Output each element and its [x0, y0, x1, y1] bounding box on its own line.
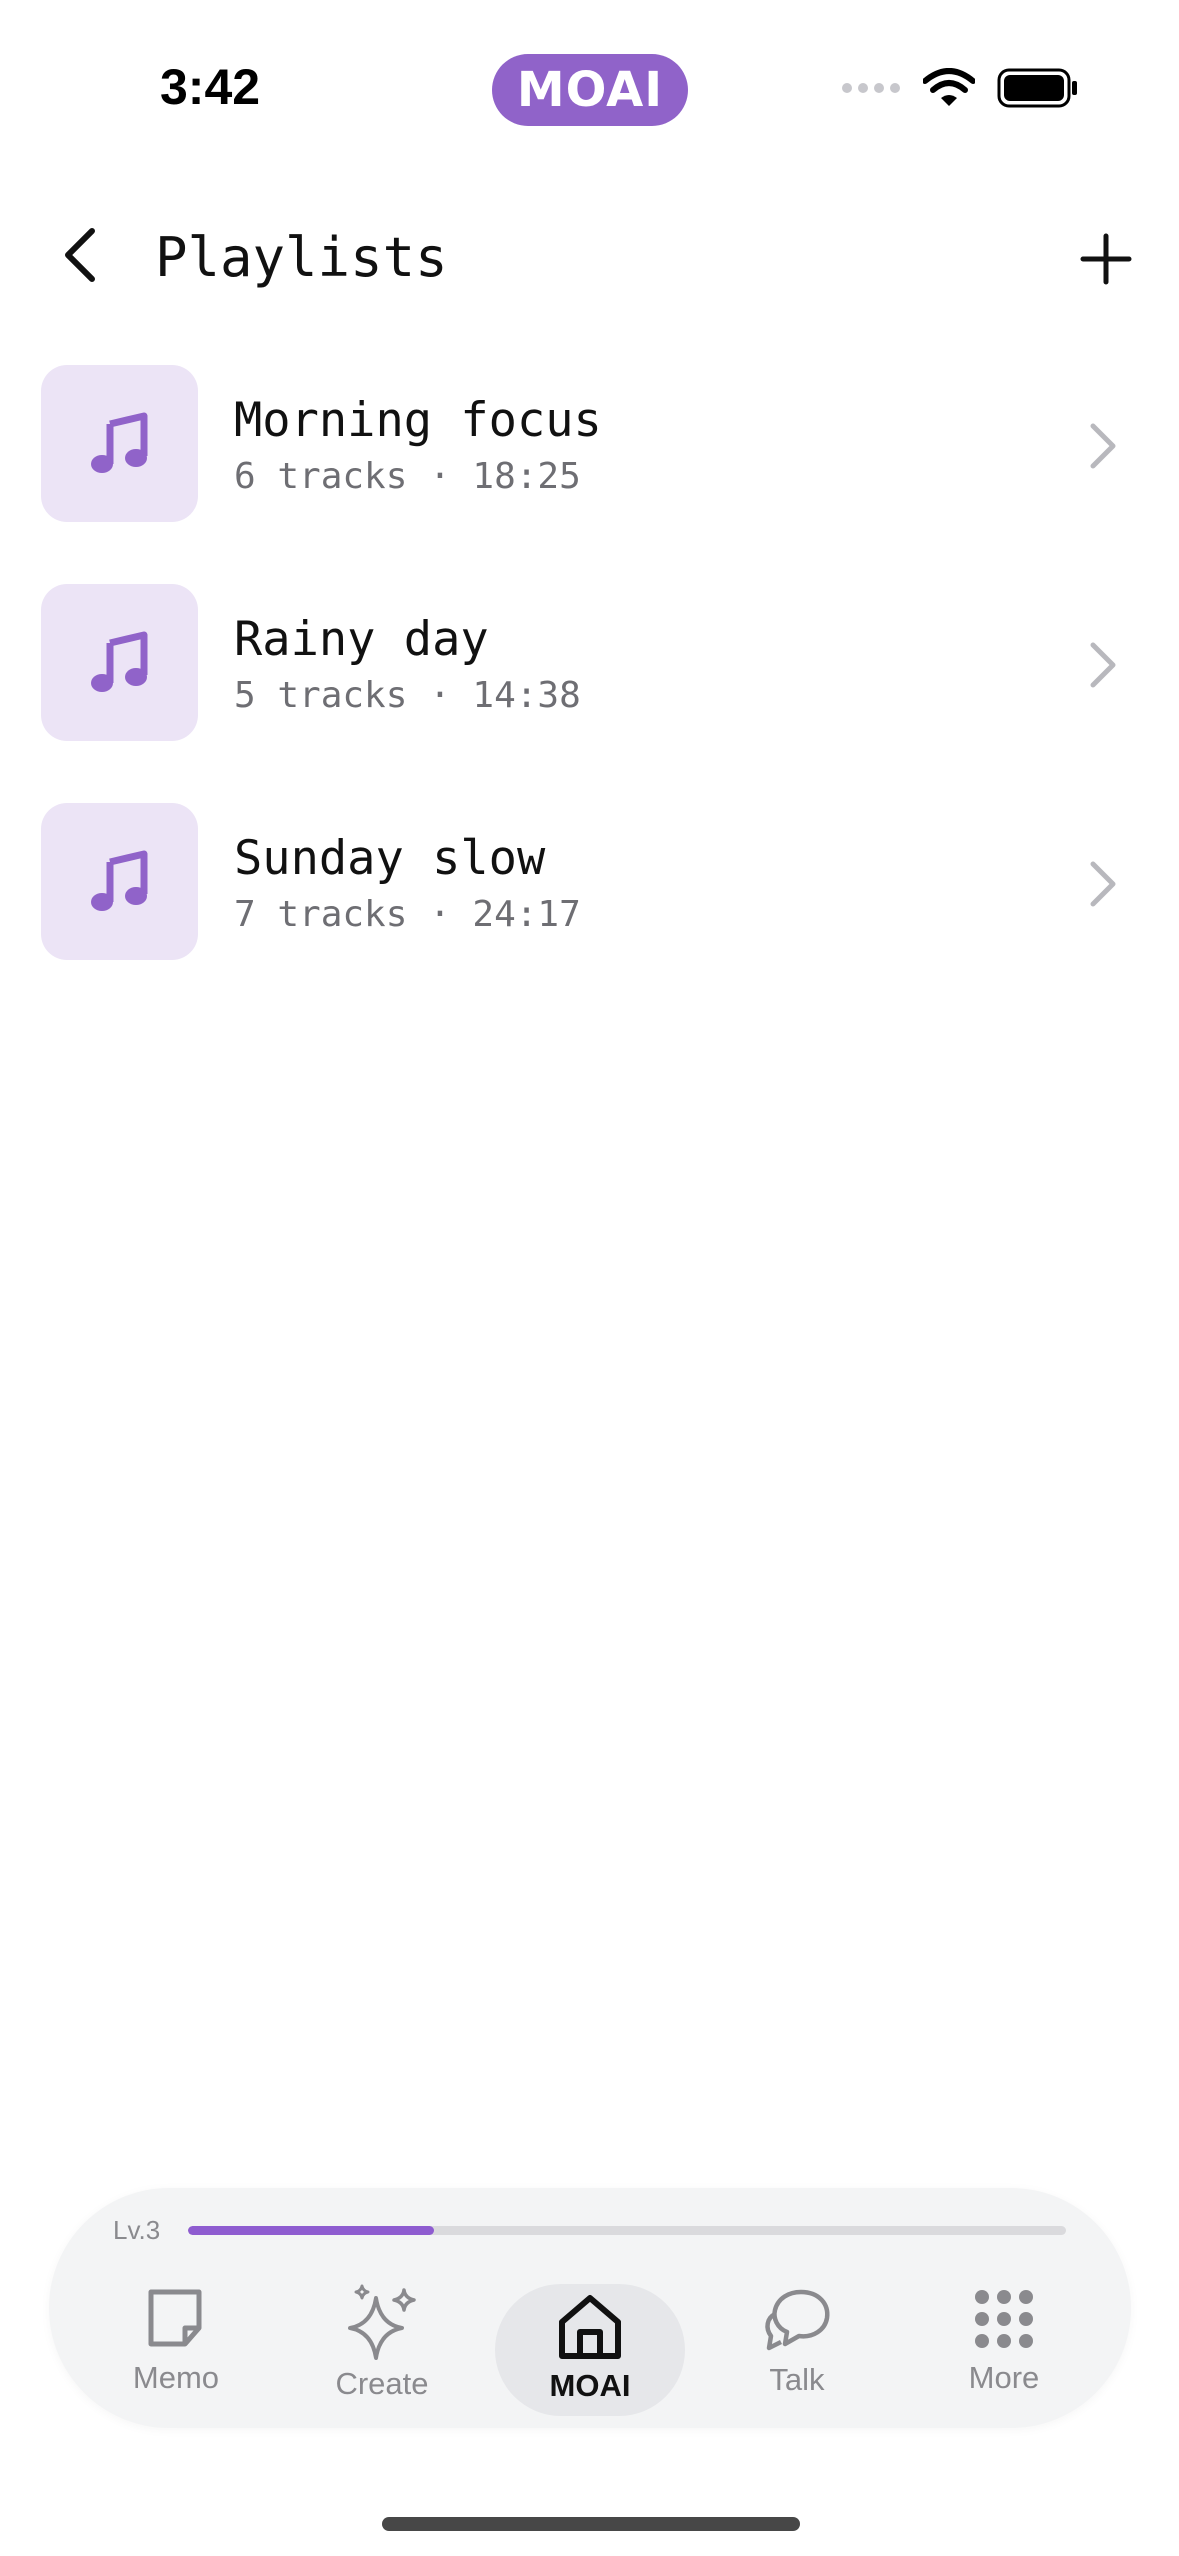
playlist-title: Morning focus	[234, 393, 602, 448]
status-time: 3:42	[160, 59, 261, 115]
playlist-meta: 5 tracks · 14:38	[234, 675, 581, 716]
home-icon	[559, 2295, 621, 2359]
tab-create[interactable]: Create	[287, 2284, 477, 2416]
playlist-thumbnail	[41, 584, 198, 741]
home-indicator[interactable]	[382, 2517, 800, 2531]
plus-icon	[1080, 233, 1132, 285]
playlist-row[interactable]: Sunday slow 7 tracks · 24:17	[0, 798, 1179, 1017]
level-progress-fill	[188, 2226, 434, 2235]
page-title: Playlists	[155, 226, 448, 289]
tab-more[interactable]: More	[909, 2284, 1099, 2416]
battery-icon	[997, 68, 1077, 108]
tab-memo[interactable]: Memo	[81, 2284, 271, 2416]
memo-icon	[148, 2289, 202, 2347]
playlist-thumbnail	[41, 803, 198, 960]
tab-label: Talk	[769, 2362, 825, 2397]
back-button[interactable]	[60, 222, 116, 288]
playlist-thumbnail	[41, 365, 198, 522]
add-playlist-button[interactable]	[1073, 226, 1139, 292]
tab-label: MOAI	[549, 2368, 631, 2403]
cellular-signal-icon	[842, 83, 900, 93]
tab-talk[interactable]: Talk	[702, 2284, 892, 2416]
playlist-meta: 6 tracks · 18:25	[234, 456, 581, 497]
tab-label: More	[968, 2360, 1040, 2395]
level-progress-bar	[188, 2226, 1066, 2235]
tab-label: Create	[335, 2366, 429, 2401]
sparkles-icon	[348, 2284, 416, 2360]
playlist-meta: 7 tracks · 24:17	[234, 894, 581, 935]
chevron-right-icon	[1090, 642, 1116, 688]
level-label: Lv.3	[113, 2215, 161, 2245]
playlist-title: Sunday slow	[234, 831, 546, 886]
music-note-icon	[90, 850, 147, 911]
app-badge: MOAI	[492, 54, 688, 126]
playlist-row[interactable]: Rainy day 5 tracks · 14:38	[0, 579, 1179, 798]
playlist-list: Morning focus 6 tracks · 18:25 Rainy day…	[0, 360, 1179, 1017]
chevron-right-icon	[1090, 423, 1116, 469]
music-note-icon	[90, 412, 147, 473]
tab-label: Memo	[132, 2360, 220, 2395]
music-note-icon	[90, 631, 147, 692]
chevron-right-icon	[1090, 861, 1116, 907]
status-icons	[841, 68, 1079, 108]
playlist-row[interactable]: Morning focus 6 tracks · 18:25	[0, 360, 1179, 579]
tab-moai[interactable]: MOAI	[495, 2284, 685, 2416]
playlist-title: Rainy day	[234, 612, 489, 667]
app-badge-label: MOAI	[516, 62, 664, 118]
chat-icon	[765, 2289, 830, 2351]
chevron-left-icon	[65, 228, 95, 282]
wifi-icon	[923, 68, 975, 106]
grid-icon	[975, 2290, 1033, 2348]
bottom-nav: Lv.3 Memo Create MOAI Talk More	[49, 2188, 1131, 2428]
